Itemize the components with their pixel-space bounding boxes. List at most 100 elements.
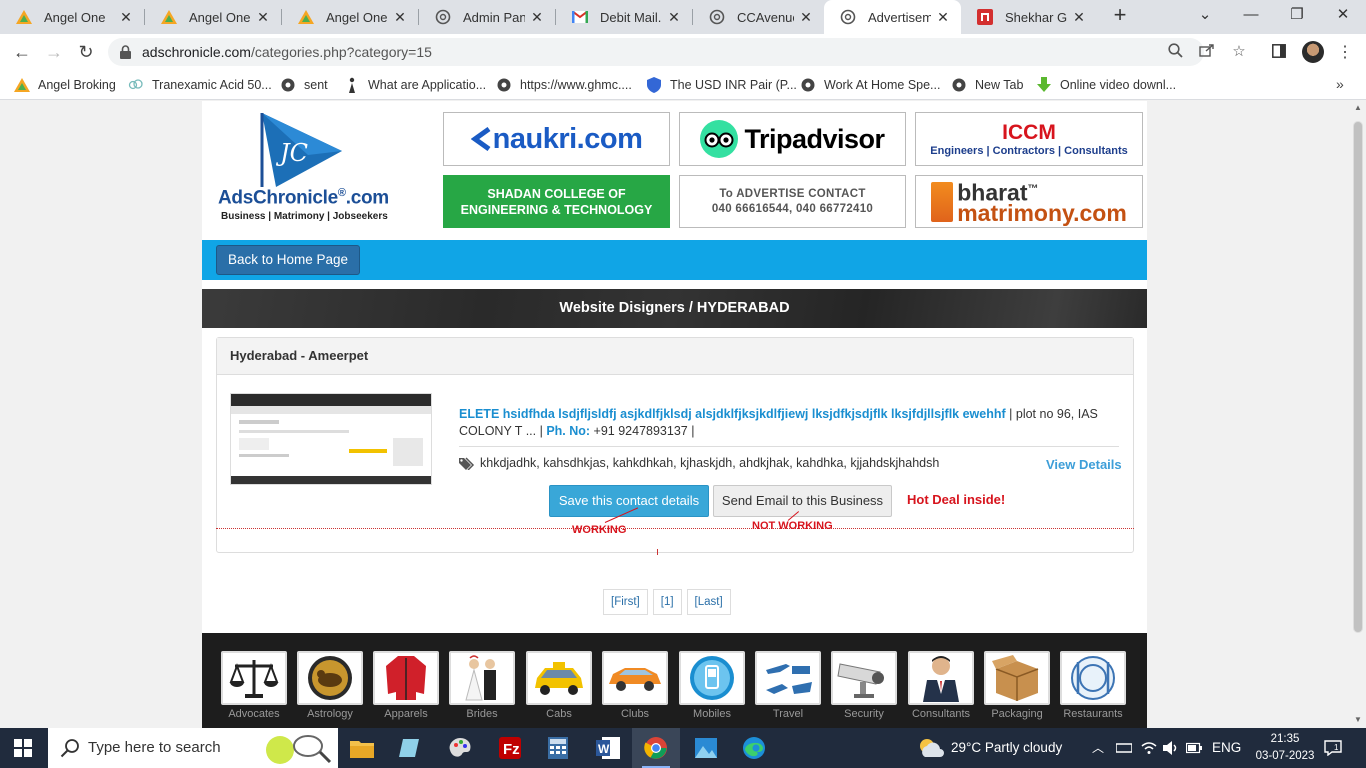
profile-avatar[interactable] — [1302, 41, 1324, 63]
category-travel[interactable]: Travel — [754, 651, 822, 720]
browser-tab[interactable]: CCAvenue: B ✕ — [693, 0, 824, 34]
category-advocates[interactable]: Advocates — [220, 651, 288, 720]
cloud-icon — [128, 77, 144, 93]
close-icon[interactable]: ✕ — [392, 9, 408, 26]
reload-icon[interactable]: ↻ — [74, 40, 98, 64]
browser-tab[interactable]: Angel One: B ✕ — [145, 0, 281, 34]
maximize-button[interactable]: ❐ — [1274, 0, 1320, 30]
bookmark-item[interactable]: Tranexamic Acid 50... — [128, 76, 272, 94]
category-security[interactable]: Security — [830, 651, 898, 720]
address-bar[interactable]: adschronicle.com/categories.php?category… — [108, 38, 1246, 66]
browser-tab[interactable]: Angel One: B ✕ — [282, 0, 418, 34]
ad-iccm[interactable]: ICCM Engineers | Contractors | Consultan… — [915, 112, 1143, 166]
bookmarks-bar: Angel Broking Tranexamic Acid 50... sent… — [0, 70, 1366, 100]
listing-tags: khkdjadhk, kahsdhkjas, kahkdhkah, kjhask… — [459, 456, 939, 470]
bookmark-item[interactable]: The USD INR Pair (P... — [646, 76, 797, 94]
minimize-button[interactable]: — — [1228, 0, 1274, 30]
taskbar-search[interactable]: Type here to search — [48, 728, 338, 768]
calculator-icon[interactable] — [534, 728, 582, 768]
view-details-link[interactable]: View Details — [1046, 457, 1122, 472]
network-drive-icon[interactable] — [1115, 728, 1133, 768]
category-restaurants[interactable]: Restaurants — [1059, 651, 1127, 720]
filezilla-icon[interactable]: Fz — [486, 728, 534, 768]
bookmark-item[interactable]: Angel Broking — [14, 76, 116, 94]
tab-search-icon[interactable]: ⌄ — [1182, 0, 1228, 30]
scroll-up-icon[interactable]: ▲ — [1354, 103, 1362, 112]
weather-text[interactable]: 29°C Partly cloudy — [951, 728, 1062, 768]
browser-tab[interactable]: Angel One ✕ — [0, 0, 144, 34]
bookmark-item[interactable]: sent — [280, 76, 328, 94]
system-clock[interactable]: 21:35 03-07-2023 — [1255, 731, 1315, 765]
listing-thumbnail[interactable] — [230, 393, 432, 485]
business-name-link[interactable]: ELETE hsidfhda lsdjfljsldfj asjkdlfjklsd… — [459, 407, 1006, 421]
edge-icon[interactable] — [730, 728, 778, 768]
photos-icon[interactable] — [682, 728, 730, 768]
browser-tab[interactable]: Debit Mail.Ko ✕ — [556, 0, 692, 34]
bookmark-item[interactable]: https://www.ghmc.... — [496, 76, 632, 94]
chrome-icon[interactable] — [632, 728, 680, 768]
forward-arrow-icon[interactable]: → — [42, 40, 66, 64]
category-brides[interactable]: Brides — [448, 651, 516, 720]
menu-dots-icon[interactable]: ⋮ — [1336, 44, 1354, 62]
category-mobiles[interactable]: Mobiles — [678, 651, 746, 720]
close-icon[interactable]: ✕ — [118, 9, 134, 26]
battery-icon[interactable] — [1185, 728, 1202, 768]
zoom-icon[interactable] — [1166, 43, 1184, 61]
bookmark-item[interactable]: Work At Home Spe... — [800, 76, 940, 94]
ad-shadan-college[interactable]: SHADAN COLLEGE OF ENGINEERING & TECHNOLO… — [443, 175, 670, 228]
close-icon[interactable]: ✕ — [529, 9, 545, 26]
category-apparels[interactable]: Apparels — [372, 651, 440, 720]
bookmark-item[interactable]: What are Applicatio... — [344, 76, 486, 94]
close-icon[interactable]: ✕ — [935, 9, 951, 26]
category-packaging[interactable]: Packaging — [983, 651, 1051, 720]
bookmark-item[interactable]: Online video downl... — [1036, 76, 1176, 94]
category-clubs[interactable]: Clubs — [601, 651, 669, 720]
browser-tab[interactable]: Admin Panel ✕ — [419, 0, 555, 34]
globe-icon — [840, 9, 856, 25]
paint-icon[interactable] — [436, 728, 484, 768]
close-icon[interactable]: ✕ — [1071, 9, 1087, 26]
chevron-right-icon[interactable]: » — [1336, 76, 1344, 92]
close-window-button[interactable]: ✕ — [1320, 0, 1366, 30]
browser-tab[interactable]: Shekhar Gupt ✕ — [961, 0, 1097, 34]
language-indicator[interactable]: ENG — [1212, 728, 1241, 768]
ad-tripadvisor[interactable]: Tripadvisor — [679, 112, 906, 166]
volume-icon[interactable] — [1163, 728, 1179, 768]
send-email-button[interactable]: Send Email to this Business — [713, 485, 892, 517]
bookmark-item[interactable]: New Tab — [951, 76, 1023, 94]
close-icon[interactable]: ✕ — [798, 9, 814, 26]
browser-tab-active[interactable]: Advertisemen ✕ — [824, 0, 961, 34]
share-icon[interactable] — [1198, 43, 1216, 61]
bride-groom-icon — [465, 655, 496, 701]
scroll-down-icon[interactable]: ▼ — [1354, 715, 1362, 724]
word-icon[interactable]: W — [584, 728, 632, 768]
category-cabs[interactable]: Cabs — [525, 651, 593, 720]
pager-first[interactable]: [First] — [603, 589, 648, 615]
wifi-icon[interactable] — [1141, 728, 1157, 768]
close-icon[interactable]: ✕ — [666, 9, 682, 26]
site-logo[interactable]: JC AdsChronicle®.com Business | Matrimon… — [216, 109, 416, 229]
ad-naukri[interactable]: naukri.com — [443, 112, 670, 166]
notification-icon[interactable]: 1 — [1324, 728, 1342, 768]
chevron-up-icon[interactable]: ︿ — [1092, 728, 1104, 768]
notes-app-icon[interactable] — [386, 728, 434, 768]
file-explorer-icon[interactable] — [338, 728, 386, 768]
annotation-not-working: NOT WORKING — [752, 520, 833, 532]
side-panel-icon[interactable] — [1270, 44, 1288, 62]
ad-advertise-contact[interactable]: To ADVERTISE CONTACT 040 66616544, 040 6… — [679, 175, 906, 228]
pager-page-1[interactable]: [1] — [652, 589, 682, 615]
ad-bharat-matrimony[interactable]: bharat™ matrimony.com — [915, 175, 1143, 228]
new-tab-button[interactable]: + — [1108, 4, 1132, 28]
windows-start-icon[interactable] — [14, 739, 32, 760]
close-icon[interactable]: ✕ — [255, 9, 271, 26]
bookmark-star-icon[interactable]: ☆ — [1230, 43, 1248, 61]
page-scrollbar[interactable]: ▲ ▼ — [1350, 101, 1366, 728]
bharat-matrimony-logo-icon — [931, 181, 954, 222]
hot-deal-link[interactable]: Hot Deal inside! — [907, 492, 1005, 507]
category-astrology[interactable]: Astrology — [296, 651, 364, 720]
back-arrow-icon[interactable]: ← — [10, 40, 34, 64]
pager-last[interactable]: [Last] — [686, 589, 731, 615]
scrollbar-thumb[interactable] — [1353, 121, 1363, 633]
category-consultants[interactable]: Consultants — [907, 651, 975, 720]
back-to-home-button[interactable]: Back to Home Page — [216, 245, 361, 275]
